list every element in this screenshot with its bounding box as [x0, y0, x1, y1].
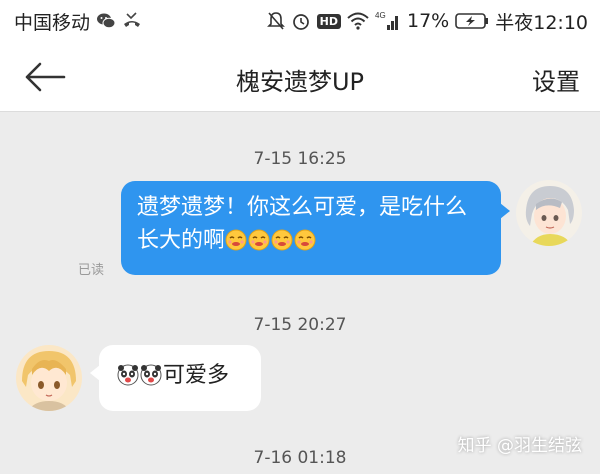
- smirk-emoji: [294, 229, 316, 251]
- emoji-group: [117, 363, 163, 388]
- svg-text:4G: 4G: [375, 11, 386, 20]
- wechat-icon: [96, 12, 116, 30]
- status-left: 中国移动: [14, 8, 142, 35]
- message-timestamp: 7-15 20:27: [253, 315, 347, 335]
- message-text: 可爱多: [163, 363, 230, 388]
- watermark: 知乎 @羽生结弦: [457, 436, 582, 456]
- wifi-icon: [347, 12, 369, 30]
- panda-emoji: [140, 364, 162, 386]
- emoji-group: [225, 228, 317, 253]
- status-bar: 中国移动 HD 4G 17% 半夜12:10: [0, 0, 600, 42]
- clock: 半夜12:10: [495, 11, 588, 34]
- battery-charging-icon: [455, 12, 489, 30]
- battery-percent: 17%: [407, 10, 450, 32]
- smirk-emoji: [271, 229, 293, 251]
- chat-area[interactable]: 7-15 16:25 遗梦遗梦！你这么可爱，是吃什么长大的啊 已读 7-15 2…: [0, 112, 600, 474]
- bubble-tail: [90, 365, 100, 381]
- nav-bar: 槐安遗梦UP 设置: [0, 42, 600, 112]
- carrier-label: 中国移动: [14, 11, 91, 34]
- status-right: HD 4G 17% 半夜12:10: [266, 8, 588, 35]
- panda-emoji: [117, 364, 139, 386]
- smirk-emoji: [225, 229, 247, 251]
- settings-button[interactable]: 设置: [532, 62, 580, 97]
- contact-avatar[interactable]: [16, 345, 82, 411]
- sent-message-bubble[interactable]: 遗梦遗梦！你这么可爱，是吃什么长大的啊: [121, 181, 510, 275]
- page-title: 槐安遗梦UP: [235, 68, 365, 96]
- read-receipt: 已读: [78, 263, 105, 278]
- hd-icon: HD: [316, 13, 341, 29]
- bubble-tail: [500, 203, 510, 219]
- message-timestamp: 7-15 16:25: [253, 149, 347, 169]
- alarm-icon: [291, 11, 311, 31]
- own-avatar[interactable]: [516, 180, 582, 246]
- smirk-emoji: [248, 229, 270, 251]
- signal-icon: 4G: [375, 11, 401, 31]
- missed-call-icon: [122, 12, 142, 30]
- received-message-bubble[interactable]: 可爱多: [90, 345, 261, 411]
- mute-icon: [266, 11, 285, 31]
